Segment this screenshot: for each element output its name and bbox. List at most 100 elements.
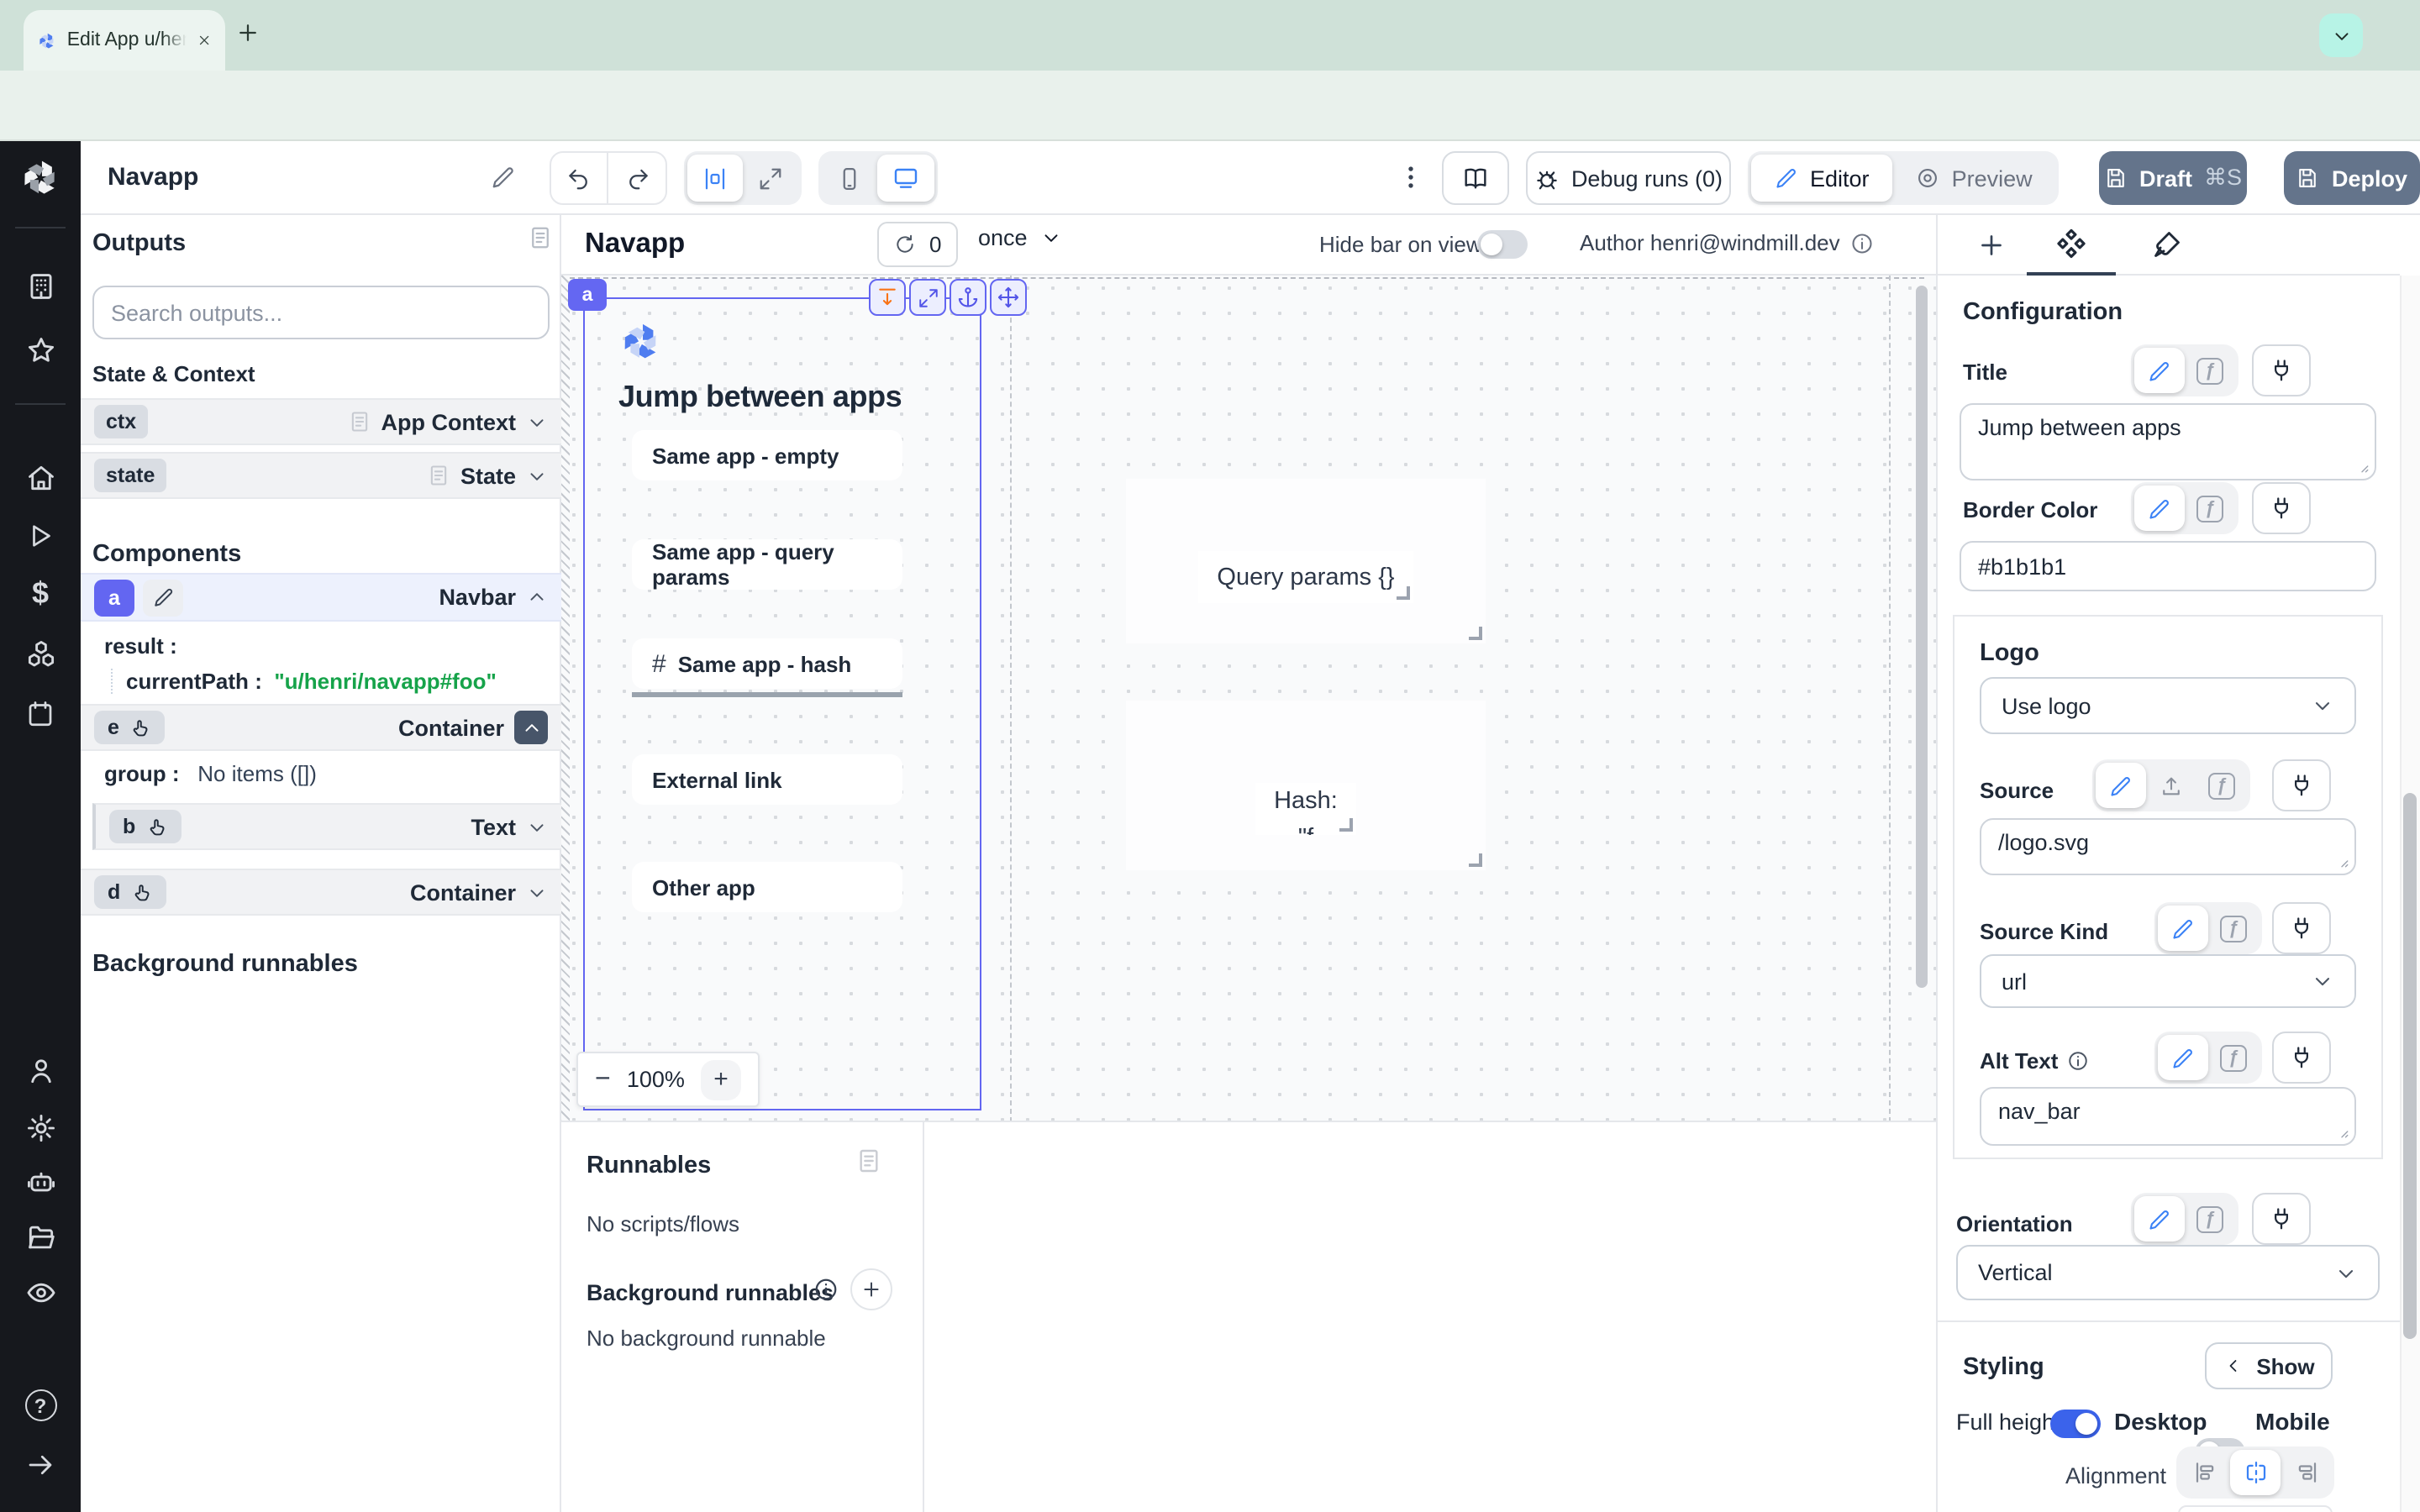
orientation-select[interactable]: Vertical [1956, 1245, 2380, 1300]
chevron-down-icon[interactable] [526, 411, 548, 433]
resize-corner[interactable] [1339, 818, 1353, 832]
draft-button[interactable]: Draft ⌘S [2099, 151, 2247, 205]
output-row-ctx[interactable]: ctx App Context [81, 398, 561, 445]
selected-navbar-component[interactable]: Jump between apps Same app - empty Same … [583, 297, 981, 1110]
navbar-link-external[interactable]: External link [632, 754, 902, 805]
static-mode-button[interactable] [2158, 906, 2208, 951]
docs-button[interactable] [1442, 151, 1509, 205]
navbar-link-other-app[interactable]: Other app [632, 862, 902, 912]
tab-editor[interactable]: Editor [1751, 155, 1893, 202]
source-connect-button[interactable] [2272, 759, 2331, 811]
query-params-text-component[interactable]: Query params {} [1198, 551, 1413, 603]
navbar-link-same-app-query-params[interactable]: Same app - query params [632, 539, 902, 590]
search-outputs-input[interactable] [92, 286, 550, 339]
chevron-down-icon[interactable] [526, 465, 548, 486]
static-mode-button[interactable] [2134, 1196, 2185, 1242]
output-row-state[interactable]: state State [81, 452, 561, 499]
js-mode-button[interactable]: ƒ [2185, 1196, 2235, 1242]
current-path-row[interactable]: currentPath : "u/henri/navapp#foo" [111, 669, 497, 694]
add-background-runnable-button[interactable] [850, 1268, 892, 1310]
title-connect-button[interactable] [2252, 344, 2311, 396]
mobile-view-button[interactable] [822, 155, 877, 202]
component-row-text-b[interactable]: b Text [92, 803, 561, 850]
rename-app-pencil-icon[interactable] [491, 165, 516, 198]
refresh-mode-select[interactable]: once [978, 225, 1063, 250]
more-options-kebab-icon[interactable] [1397, 163, 1425, 200]
full-width-button[interactable] [743, 155, 798, 202]
resize-corner[interactable] [1469, 627, 1482, 640]
alt-text-input[interactable]: nav_bar [1980, 1087, 2356, 1146]
source-input[interactable]: /logo.svg [1980, 818, 2356, 875]
refresh-count-button[interactable]: 0 [877, 222, 958, 267]
align-right-button[interactable] [2281, 1450, 2331, 1495]
tab-component-settings[interactable] [2054, 227, 2089, 270]
resize-handle-icon[interactable] [2354, 459, 2370, 474]
sidebar-item-favorites[interactable] [0, 334, 81, 366]
sidebar-item-variables[interactable]: $ [0, 576, 81, 612]
orientation-connect-button[interactable] [2252, 1193, 2311, 1245]
tab-styling[interactable] [2151, 228, 2183, 269]
upload-mode-button[interactable] [2146, 763, 2196, 808]
resize-handle-icon[interactable] [2334, 853, 2349, 869]
redo-button[interactable] [608, 153, 666, 203]
desktop-toggle[interactable] [2050, 1410, 2101, 1438]
js-mode-button[interactable]: ƒ [2185, 348, 2235, 393]
info-icon[interactable] [1850, 231, 1874, 255]
sidebar-item-workers[interactable] [0, 1168, 81, 1200]
resize-corner[interactable] [1397, 586, 1410, 600]
collapse-button[interactable] [514, 711, 548, 744]
resize-corner[interactable] [1469, 853, 1482, 867]
new-tab-button[interactable] [235, 20, 260, 54]
hash-text-component[interactable]: Hash: "f [1255, 783, 1356, 835]
component-id-badge[interactable]: a [568, 279, 607, 311]
sidebar-item-audit-logs[interactable] [0, 1277, 81, 1309]
desktop-view-button[interactable] [877, 155, 934, 202]
expand-down-tool[interactable] [869, 279, 906, 316]
sidebar-item-home[interactable] [0, 462, 81, 494]
navbar-link-same-app-empty[interactable]: Same app - empty [632, 430, 902, 480]
undo-button[interactable] [551, 153, 608, 203]
align-left-button[interactable] [2180, 1450, 2230, 1495]
outputs-doc-icon[interactable] [528, 225, 553, 259]
centered-layout-button[interactable] [687, 155, 743, 202]
background-runnables-info-icon[interactable] [813, 1277, 839, 1310]
align-center-button[interactable] [2230, 1450, 2281, 1495]
runnables-doc-icon[interactable] [855, 1147, 882, 1183]
chevron-down-icon[interactable] [526, 881, 548, 903]
alt-text-connect-button[interactable] [2272, 1032, 2331, 1084]
js-mode-button[interactable]: ƒ [2196, 763, 2247, 808]
tab-preview[interactable]: Preview [1893, 155, 2056, 202]
component-row-navbar[interactable]: a Navbar [81, 573, 561, 622]
move-tool[interactable] [990, 279, 1027, 316]
anchor-tool[interactable] [950, 279, 986, 316]
resize-handle-icon[interactable] [2334, 1124, 2349, 1139]
static-mode-button[interactable] [2096, 763, 2146, 808]
static-mode-button[interactable] [2134, 348, 2185, 393]
border-color-connect-button[interactable] [2252, 482, 2311, 534]
tab-close-icon[interactable] [197, 32, 212, 49]
query-params-container[interactable]: Query params {} [1126, 479, 1486, 643]
title-input[interactable]: Jump between apps [1960, 403, 2376, 480]
navbar-link-same-app-hash[interactable]: # Same app - hash [632, 638, 902, 689]
browser-tab[interactable]: Edit App u/henri/navapp | Win [24, 10, 225, 71]
expand-tool[interactable] [909, 279, 946, 316]
sidebar-item-schedules[interactable] [0, 699, 81, 729]
sidebar-item-help[interactable]: ? [0, 1389, 81, 1421]
deploy-button[interactable]: Deploy [2284, 151, 2420, 205]
border-color-input[interactable] [1960, 541, 2376, 591]
chevron-up-icon[interactable] [526, 586, 548, 608]
canvas-scrollbar[interactable] [1916, 286, 1928, 988]
js-mode-button[interactable]: ƒ [2208, 1035, 2259, 1080]
hash-container[interactable]: Hash: "f [1126, 701, 1486, 870]
static-mode-button[interactable] [2134, 486, 2185, 531]
component-row-container-e[interactable]: e Container [81, 704, 561, 751]
app-canvas[interactable]: Jump between apps Same app - empty Same … [561, 276, 1936, 1122]
info-icon[interactable] [2066, 1050, 2088, 1072]
js-mode-button[interactable]: ƒ [2208, 906, 2259, 951]
tab-insert-component[interactable] [1976, 230, 2007, 269]
styling-show-button[interactable]: Show [2205, 1342, 2333, 1389]
source-kind-connect-button[interactable] [2272, 902, 2331, 954]
component-row-container-d[interactable]: d Container [81, 869, 561, 916]
sidebar-item-users[interactable] [0, 1055, 81, 1087]
edit-id-pencil-icon[interactable] [143, 579, 183, 616]
